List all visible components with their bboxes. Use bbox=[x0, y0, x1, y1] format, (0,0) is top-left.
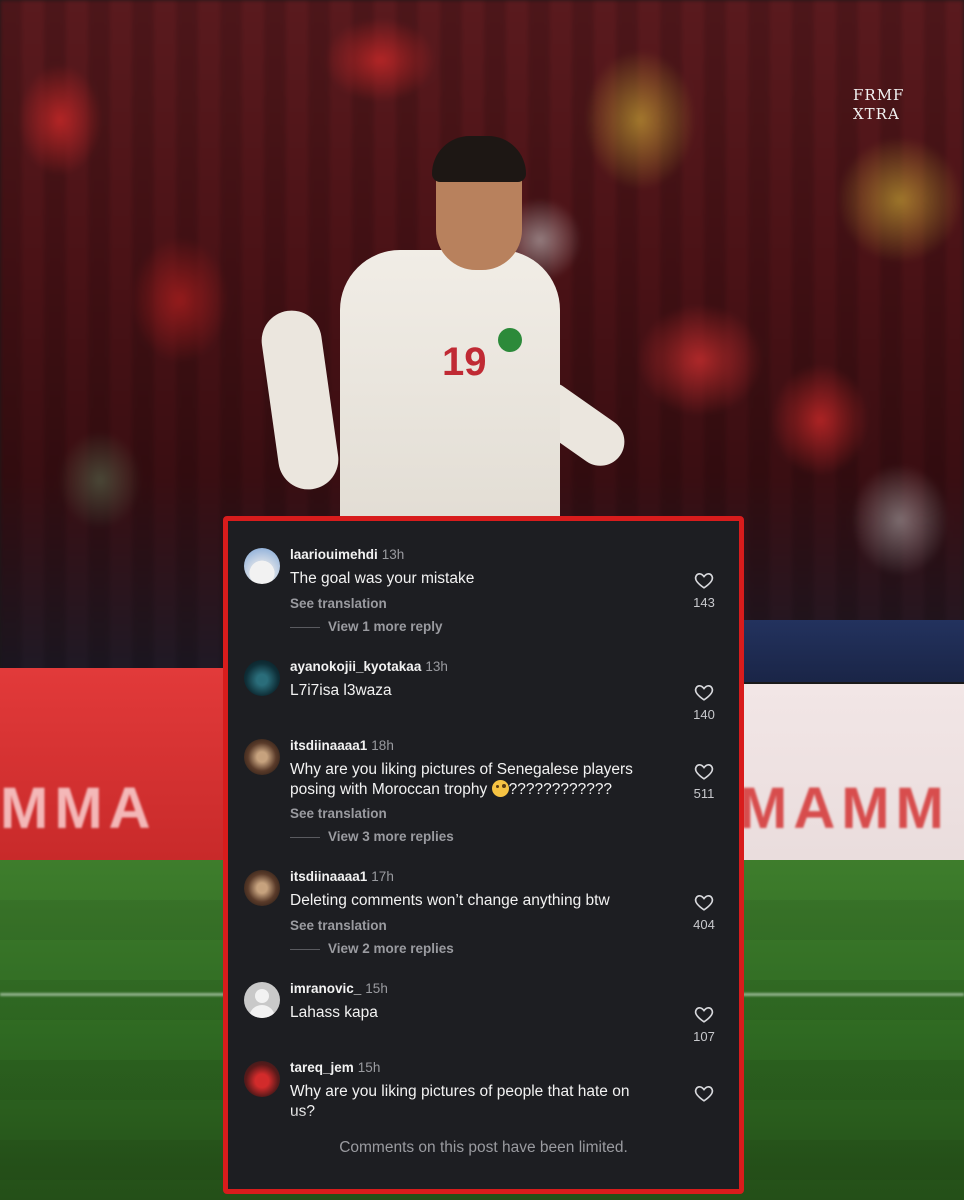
see-translation-link[interactable]: See translation bbox=[290, 918, 387, 933]
like-button[interactable]: 140 bbox=[684, 683, 724, 722]
comment-text: Deleting comments won’t change anything … bbox=[290, 892, 610, 909]
heart-outline-icon bbox=[694, 895, 714, 911]
user-avatar[interactable] bbox=[244, 870, 280, 906]
player-jersey bbox=[340, 250, 560, 530]
advertising-board-right-text: MAMM bbox=[739, 776, 950, 841]
comment-text: The goal was your mistake bbox=[290, 570, 475, 587]
user-avatar[interactable] bbox=[244, 1061, 280, 1097]
view-more-replies-label: View 2 more replies bbox=[328, 941, 454, 956]
like-count: 107 bbox=[693, 1029, 715, 1044]
advertising-board-left-text: MMA bbox=[0, 776, 157, 841]
like-count: 511 bbox=[693, 786, 715, 801]
comment-text-line-1: Why are you liking pictures of Senegales… bbox=[290, 761, 633, 778]
heart-outline-icon bbox=[694, 764, 714, 780]
scroll-fade bbox=[228, 1111, 739, 1133]
like-button[interactable] bbox=[684, 1084, 724, 1102]
see-translation-link[interactable]: See translation bbox=[290, 596, 387, 611]
comment-time: 13h bbox=[425, 659, 448, 674]
view-more-replies-label: View 3 more replies bbox=[328, 829, 454, 844]
comment-text: Why are you liking pictures of Senegales… bbox=[290, 760, 680, 800]
default-user-avatar-icon[interactable] bbox=[244, 982, 280, 1018]
reply-divider bbox=[290, 836, 320, 838]
comment-time: 13h bbox=[381, 547, 405, 562]
view-more-replies-label: View 1 more reply bbox=[328, 619, 443, 634]
comment-username[interactable]: laariouimehdi bbox=[290, 547, 378, 562]
reply-divider bbox=[290, 948, 320, 950]
comment-username[interactable]: itsdiinaaaa1 bbox=[290, 738, 367, 753]
comment-text-line-2: posing with Moroccan trophy bbox=[290, 781, 488, 798]
comment-time: 15h bbox=[365, 981, 388, 996]
monocle-face-emoji-icon bbox=[491, 780, 509, 797]
football-player: 19 bbox=[257, 130, 634, 530]
heart-outline-icon bbox=[694, 685, 714, 701]
like-button[interactable]: 511 bbox=[684, 762, 724, 801]
comments-panel[interactable]: laariouimehdi 13h The goal was your mista… bbox=[223, 516, 744, 1194]
watermark-logo: FRMF XTRA bbox=[853, 86, 923, 124]
see-translation-link[interactable]: See translation bbox=[290, 806, 387, 821]
comments-limited-notice: Comments on this post have been limited. bbox=[339, 1139, 628, 1156]
user-avatar[interactable] bbox=[244, 548, 280, 584]
comment-time: 15h bbox=[357, 1060, 381, 1075]
stand-rail bbox=[734, 620, 964, 682]
view-more-replies-button[interactable]: View 2 more replies bbox=[290, 941, 454, 956]
heart-outline-icon bbox=[694, 573, 714, 589]
team-crest-icon bbox=[498, 328, 522, 352]
comment-username[interactable]: itsdiinaaaa1 bbox=[290, 869, 367, 884]
comment-text-line-2-suffix: ???????????? bbox=[508, 781, 613, 798]
comments-limited-footer: Comments on this post have been limited. bbox=[228, 1132, 739, 1189]
comment-time: 18h bbox=[371, 738, 394, 753]
comment-username[interactable]: ayanokojii_kyotakaa bbox=[290, 659, 421, 674]
comment-text: L7i7isa l3waza bbox=[290, 682, 392, 699]
like-button[interactable]: 404 bbox=[684, 893, 724, 932]
heart-outline-icon bbox=[694, 1086, 714, 1102]
like-button[interactable]: 107 bbox=[684, 1005, 724, 1044]
user-avatar[interactable] bbox=[244, 739, 280, 775]
watermark-line-2: XTRA bbox=[853, 105, 900, 123]
like-count: 140 bbox=[693, 707, 715, 722]
view-more-replies-button[interactable]: View 1 more reply bbox=[290, 619, 443, 634]
heart-outline-icon bbox=[694, 1007, 714, 1023]
player-hair bbox=[432, 136, 526, 182]
user-avatar[interactable] bbox=[244, 660, 280, 696]
like-count: 143 bbox=[693, 595, 715, 610]
comment-text-line-1: Why are you liking pictures of people th… bbox=[290, 1083, 630, 1100]
comment-text: Lahass kapa bbox=[290, 1004, 378, 1021]
view-more-replies-button[interactable]: View 3 more replies bbox=[290, 829, 454, 844]
player-arm-left bbox=[257, 306, 343, 494]
jersey-number: 19 bbox=[442, 340, 487, 384]
comment-username[interactable]: tareq_jem bbox=[290, 1060, 354, 1075]
like-count: 404 bbox=[693, 917, 715, 932]
reply-divider bbox=[290, 626, 320, 628]
like-button[interactable]: 143 bbox=[684, 571, 724, 610]
comment-username[interactable]: imranovic_ bbox=[290, 981, 361, 996]
watermark-line-1: FRMF bbox=[853, 86, 905, 104]
comment-time: 17h bbox=[371, 869, 394, 884]
